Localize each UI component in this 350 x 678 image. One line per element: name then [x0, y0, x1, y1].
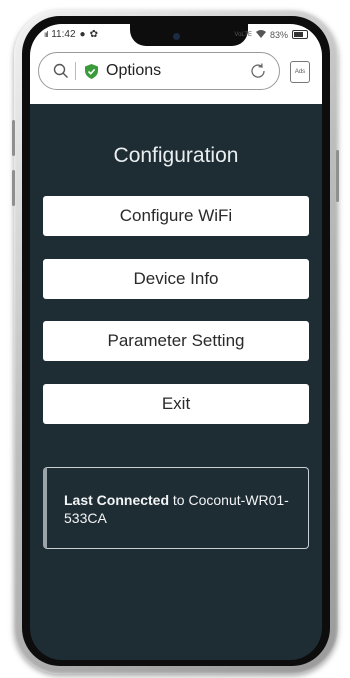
signal-icon: ııl	[44, 30, 48, 39]
shield-check-icon[interactable]	[84, 63, 98, 79]
volte-label: VoLTE	[234, 31, 252, 38]
status-bar-left: ııl 11:42 ● ✿	[44, 29, 98, 40]
tabs-button[interactable]: Ads	[290, 61, 310, 83]
address-divider	[75, 62, 76, 80]
front-camera	[173, 33, 180, 40]
exit-button[interactable]: Exit	[43, 384, 309, 424]
page-heading: Configuration	[113, 144, 239, 167]
status-bar-right: VoLTE 83%	[234, 29, 308, 40]
notification-icon: ●	[79, 29, 86, 40]
status-time: 11:42	[51, 29, 76, 40]
browser-top-bar: ııl 11:42 ● ✿ VoLTE 83% Options Ads	[30, 24, 322, 104]
reload-icon[interactable]	[247, 60, 269, 82]
phone-screen: ııl 11:42 ● ✿ VoLTE 83% Options Ads Conf…	[30, 24, 322, 660]
page-title[interactable]: Options	[106, 62, 247, 80]
wifi-icon	[255, 29, 266, 40]
volume-up-button	[12, 120, 15, 156]
battery-icon	[292, 30, 308, 39]
battery-percent: 83%	[269, 29, 288, 40]
camera-notch	[130, 24, 248, 46]
last-connected-prefix: Last Connected	[64, 492, 170, 508]
settings-status-icon: ✿	[89, 29, 98, 40]
address-bar[interactable]: Options	[38, 52, 280, 90]
last-connected-card: Last Connected to Coconut-WR01-533CA	[43, 467, 309, 549]
last-connected-text: Last Connected to Coconut-WR01-533CA	[64, 491, 300, 527]
device-info-button[interactable]: Device Info	[43, 259, 309, 299]
configure-wifi-button[interactable]: Configure WiFi	[43, 196, 309, 236]
parameter-setting-button[interactable]: Parameter Setting	[43, 321, 309, 361]
power-button	[336, 150, 339, 202]
search-icon[interactable]	[51, 61, 71, 81]
volume-down-button	[12, 170, 15, 206]
